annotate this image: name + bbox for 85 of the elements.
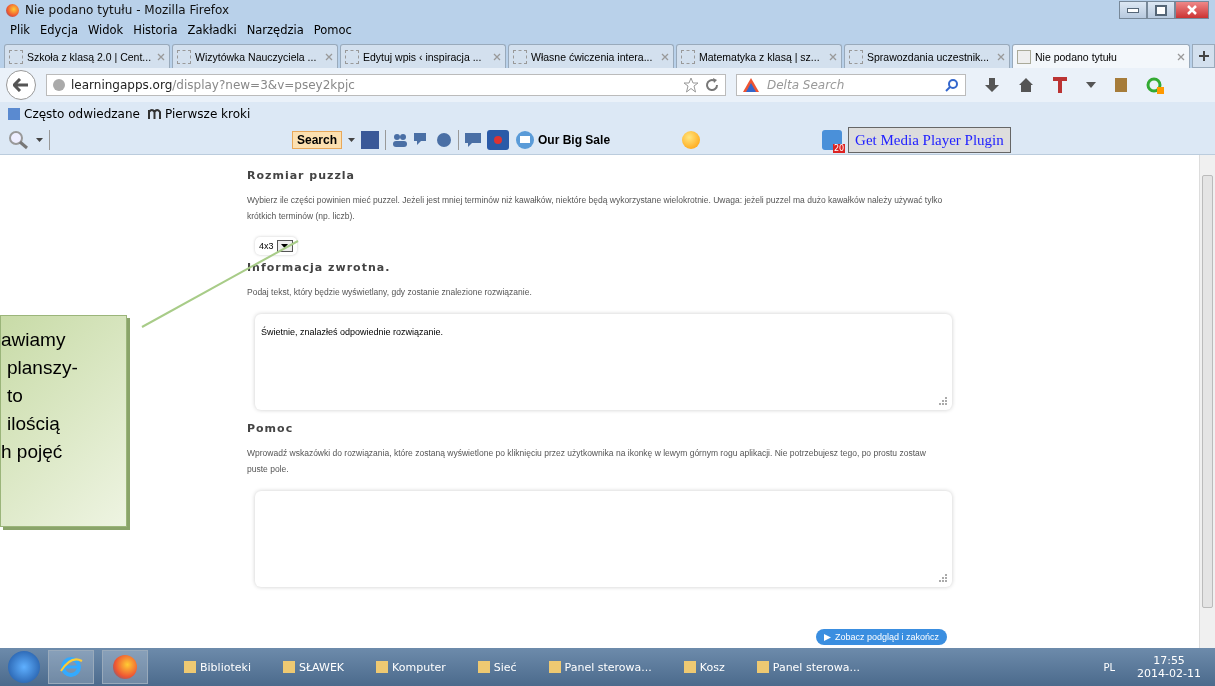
plus-icon bbox=[1197, 50, 1210, 62]
new-tab-button[interactable] bbox=[1192, 44, 1215, 68]
taskbar-item[interactable]: Komputer bbox=[376, 660, 446, 674]
home-icon[interactable] bbox=[1018, 77, 1034, 93]
taskbar-item[interactable]: SŁAWEK bbox=[282, 660, 345, 674]
section-title: Informacja zwrotna. bbox=[247, 261, 392, 274]
close-icon[interactable] bbox=[829, 52, 837, 61]
close-button[interactable] bbox=[1175, 1, 1209, 19]
reload-icon[interactable] bbox=[705, 78, 719, 92]
taskbar-item[interactable]: Sieć bbox=[477, 660, 517, 674]
section-title: Rozmiar puzzla bbox=[247, 169, 357, 182]
ring-icon[interactable] bbox=[1146, 76, 1164, 94]
menu-item[interactable]: Narzędzia bbox=[246, 23, 304, 37]
people-icon[interactable] bbox=[392, 133, 409, 147]
close-icon[interactable] bbox=[157, 52, 165, 61]
message-icon[interactable] bbox=[465, 133, 482, 147]
taskbar-item[interactable]: Biblioteki bbox=[184, 660, 251, 674]
download-icon[interactable] bbox=[984, 77, 1000, 93]
globe-icon[interactable] bbox=[436, 132, 453, 148]
back-button[interactable] bbox=[6, 70, 36, 100]
close-icon[interactable] bbox=[493, 52, 501, 61]
close-icon bbox=[1186, 4, 1198, 16]
section-title: Pomoc bbox=[247, 422, 295, 435]
clock-date: 2014-02-11 bbox=[1137, 667, 1201, 680]
menu-item[interactable]: Edycja bbox=[40, 23, 78, 37]
close-icon[interactable] bbox=[661, 52, 669, 61]
globe-icon bbox=[53, 79, 65, 91]
browser-tab[interactable]: Sprawozdania uczestnik... bbox=[844, 44, 1010, 68]
menu-item[interactable]: Pomoc bbox=[313, 23, 352, 37]
search-icon[interactable] bbox=[8, 130, 30, 150]
browser-tab[interactable]: Wizytówka Nauczyciela ... bbox=[172, 44, 338, 68]
bookmark-link[interactable]: Pierwsze kroki bbox=[147, 107, 251, 121]
book-icon[interactable] bbox=[1114, 77, 1128, 93]
section-description: Wybierz ile części powinien mieć puzzel. Jeżeli jest mniej terminów niż kawałków, niektóre będą wykorzystane wielokrotnie. Uwaga: jeżeli puzzel ma dużo kawałków należy używać tylko krótkich terminów (np. liczb). bbox=[247, 194, 944, 223]
search-icon[interactable] bbox=[945, 78, 959, 92]
browser-logo-icon bbox=[6, 3, 19, 17]
callout-box: awiamy planszy- to ilością h pojęć bbox=[0, 315, 127, 527]
close-icon[interactable] bbox=[997, 52, 1005, 61]
menu-item[interactable]: Widok bbox=[87, 23, 124, 37]
browser-tab[interactable]: Własne ćwiczenia intera... bbox=[508, 44, 674, 68]
play-icon bbox=[823, 633, 831, 641]
close-icon[interactable] bbox=[1177, 52, 1185, 61]
bookmark-link[interactable]: Często odwiedzane bbox=[8, 107, 140, 121]
menu-item[interactable]: Plik bbox=[10, 23, 30, 37]
taskbar-item[interactable]: Kosz bbox=[683, 660, 725, 674]
caret-icon bbox=[281, 244, 288, 248]
scrollbar[interactable] bbox=[1199, 155, 1215, 648]
browser-tab[interactable]: Matematyka z klasą | sz... bbox=[676, 44, 842, 68]
browser-icon[interactable] bbox=[102, 650, 148, 684]
triangle-logo-icon[interactable] bbox=[743, 78, 759, 92]
close-icon[interactable] bbox=[325, 52, 333, 61]
count-badge: 20 bbox=[832, 144, 846, 153]
skype-icon[interactable]: 20 bbox=[822, 130, 843, 150]
dropdown-icon[interactable] bbox=[36, 138, 43, 142]
star-icon[interactable] bbox=[683, 77, 699, 93]
browser-tab[interactable]: Edytuj wpis ‹ inspiracja ... bbox=[340, 44, 506, 68]
menu-item[interactable]: Historia bbox=[133, 23, 178, 37]
browser-tab[interactable]: Szkoła z klasą 2.0 | Cent... bbox=[4, 44, 170, 68]
letter-t-icon[interactable] bbox=[1052, 76, 1068, 94]
plugin-button[interactable]: Get Media Player Plugin bbox=[848, 127, 1011, 153]
clock-time: 17:55 bbox=[1153, 654, 1185, 667]
menu-item[interactable]: Zakładki bbox=[187, 23, 237, 37]
back-arrow-icon bbox=[13, 78, 29, 92]
bookmark-icon bbox=[147, 109, 161, 119]
resize-grip-icon[interactable] bbox=[939, 574, 948, 583]
browser-icon[interactable] bbox=[48, 650, 94, 684]
window-title: Nie podano tytułu - Mozilla Firefox bbox=[25, 3, 230, 17]
search-field[interactable]: Delta Search bbox=[736, 74, 966, 96]
address-bar[interactable]: learningapps.org/display?new=3&v=psey2kpjc bbox=[46, 74, 726, 96]
minimize-button[interactable] bbox=[1119, 1, 1147, 19]
search-button[interactable]: Search bbox=[292, 131, 343, 149]
dropdown-icon[interactable] bbox=[348, 138, 356, 142]
resize-grip-icon[interactable] bbox=[939, 397, 948, 406]
restore-button[interactable] bbox=[1147, 1, 1175, 19]
section-description: Podaj tekst, który będzie wyświetlany, gdy zostanie znalezione rozwiązanie. bbox=[247, 286, 533, 299]
size-dropdown[interactable]: 4x3 bbox=[255, 237, 297, 255]
dropdown-icon[interactable] bbox=[1086, 82, 1096, 88]
taskbar-item[interactable]: Panel sterowa... bbox=[548, 660, 652, 674]
taskbar-item[interactable]: Panel sterowa... bbox=[756, 660, 860, 674]
sale-link[interactable]: Our Big Sale bbox=[515, 130, 611, 150]
section-description: Wprowadź wskazówki do rozwiązania, które zostaną wyświetlone po kliknięciu przez użytkownika na ikonkę w lewym górnym rogu aplikacji. Nie potrzebujesz tego, po prostu zostaw puste pole. bbox=[247, 447, 927, 476]
browser-tab[interactable]: Nie podano tytułu bbox=[1012, 44, 1190, 68]
language-indicator[interactable]: PL bbox=[1103, 661, 1116, 673]
start-button[interactable] bbox=[8, 651, 40, 683]
text-area[interactable]: Świetnie, znalazłeś odpowiednie rozwiązanie. bbox=[255, 314, 952, 410]
